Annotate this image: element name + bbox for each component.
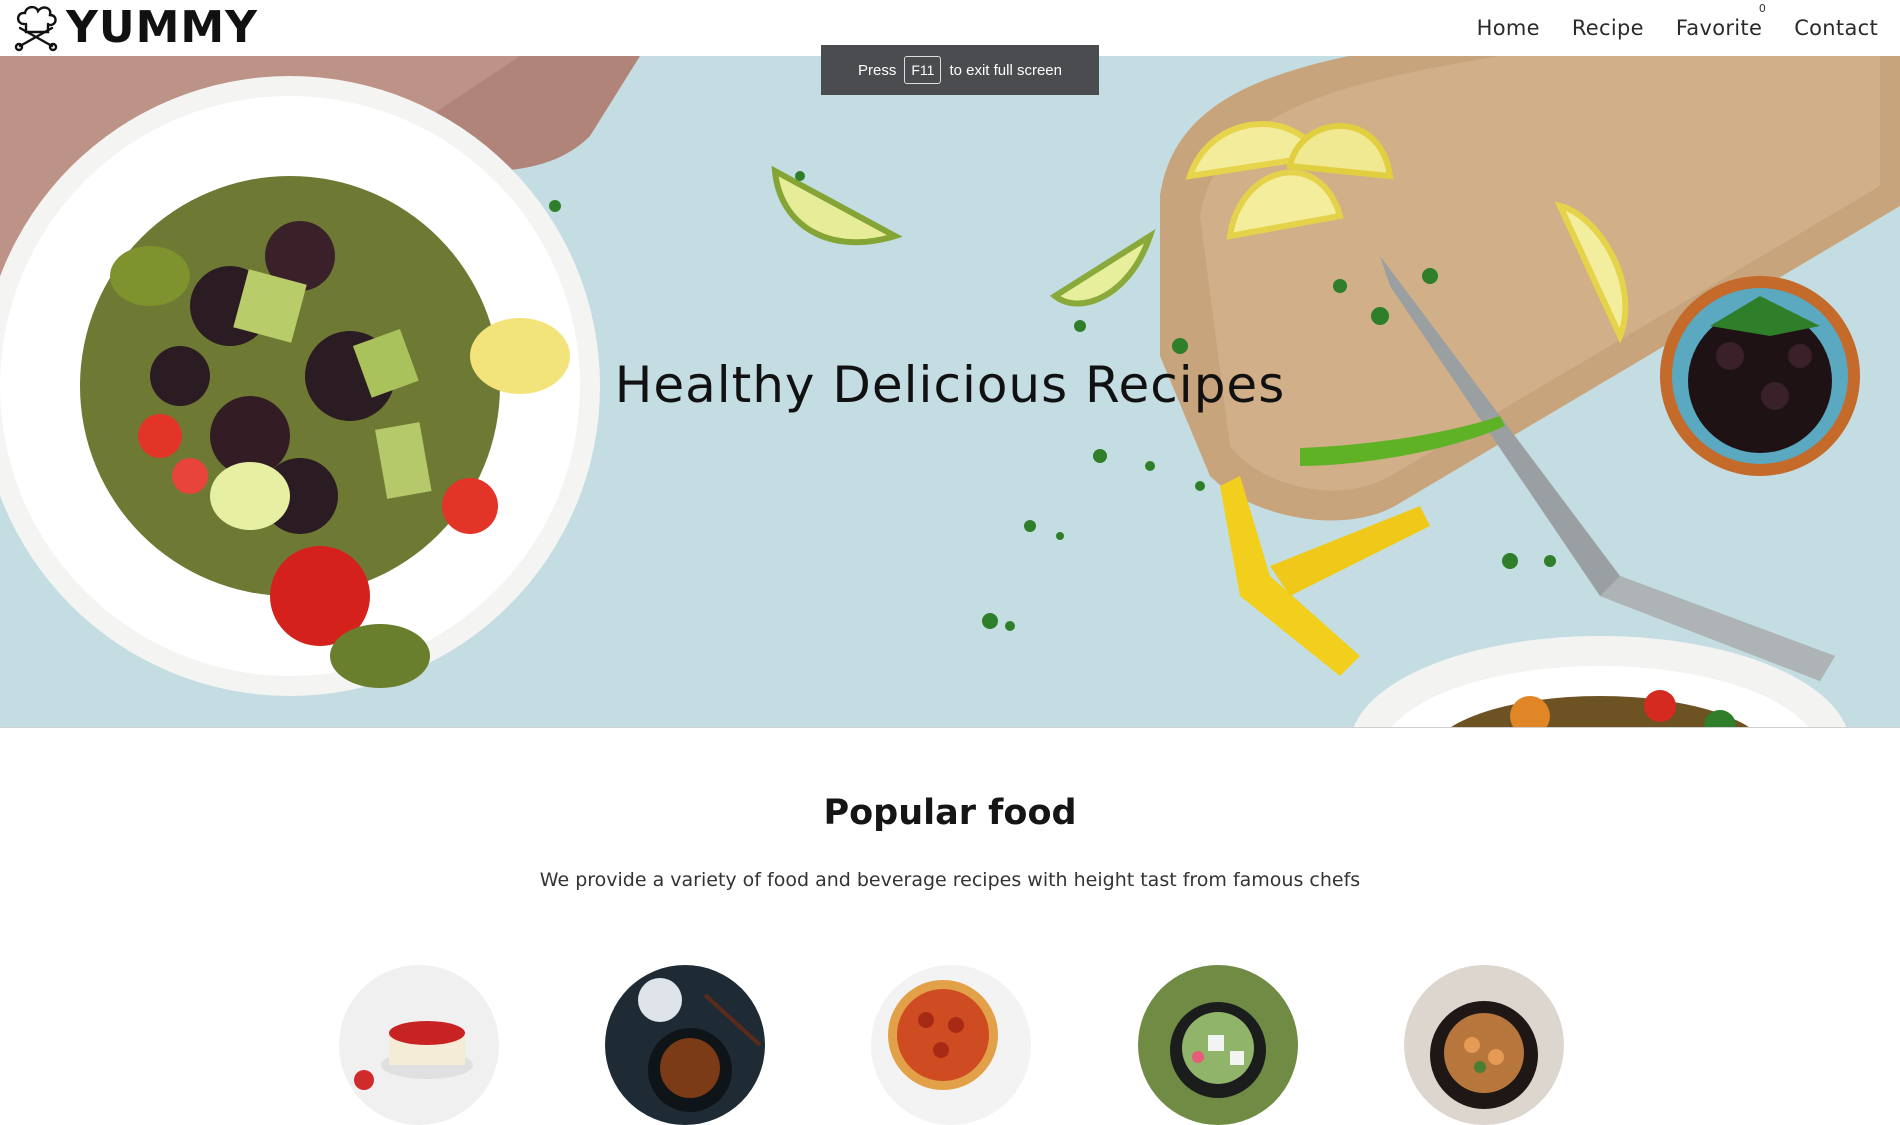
section-subtitle: We provide a variety of food and beverag… xyxy=(539,869,1361,891)
nav-recipe[interactable]: Recipe xyxy=(1572,16,1644,40)
bowl-image xyxy=(605,965,765,1125)
cake-image xyxy=(339,965,499,1125)
skillet-image xyxy=(1404,965,1564,1125)
food-item-shrimp-skillet[interactable] xyxy=(1404,965,1564,1125)
nav-contact[interactable]: Contact xyxy=(1794,16,1878,40)
popular-food-section: Popular food We provide a variety of foo… xyxy=(0,729,1900,1125)
fullscreen-key: F11 xyxy=(904,56,942,84)
chef-hat-icon xyxy=(14,5,58,52)
hero-banner: Healthy Delicious Recipes xyxy=(0,56,1900,728)
hero-title: Healthy Delicious Recipes xyxy=(614,356,1286,414)
nav-favorite[interactable]: Favorite 0 xyxy=(1675,2,1766,40)
section-title: Popular food xyxy=(823,793,1077,833)
fullscreen-notice-prefix: Press xyxy=(858,61,897,79)
food-item-pizza[interactable] xyxy=(871,965,1031,1125)
fullscreen-notice-suffix: to exit full screen xyxy=(949,61,1062,79)
pizza-image xyxy=(871,965,1031,1125)
nav-menu: Home Recipe Favorite 0 Contact xyxy=(1477,2,1878,40)
food-item-cheesecake[interactable] xyxy=(339,965,499,1125)
fullscreen-notice: Press F11 to exit full screen xyxy=(821,45,1099,95)
favorite-count-badge: 0 xyxy=(1758,2,1767,15)
food-item-salad[interactable] xyxy=(1138,965,1298,1125)
brand-name: YUMMY xyxy=(66,2,259,53)
brand-logo[interactable]: YUMMY xyxy=(10,2,258,54)
food-item-chicken-bowl[interactable] xyxy=(605,965,765,1125)
salad-image xyxy=(1138,965,1298,1125)
nav-home[interactable]: Home xyxy=(1477,16,1540,40)
food-carousel xyxy=(0,965,1900,1125)
nav-favorite-label: Favorite xyxy=(1675,16,1763,40)
